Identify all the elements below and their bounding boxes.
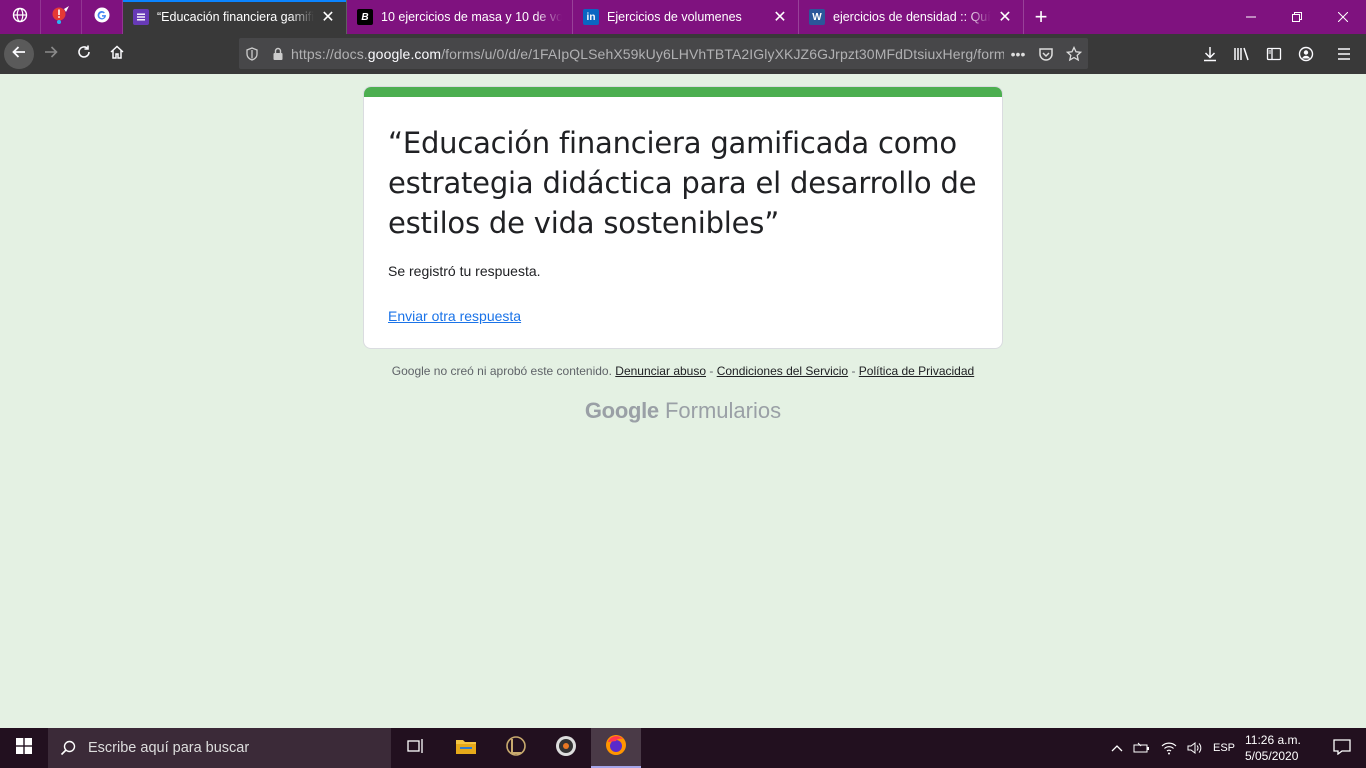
url-domain: google.com xyxy=(367,45,442,62)
start-button[interactable] xyxy=(0,728,48,768)
file-explorer-button[interactable] xyxy=(441,728,491,768)
notification-icon xyxy=(1333,738,1351,758)
clock-time: 11:26 a.m. xyxy=(1245,733,1301,747)
folder-icon xyxy=(455,737,477,760)
separator: - xyxy=(851,364,856,378)
google-g-icon xyxy=(94,7,110,28)
volume-icon[interactable] xyxy=(1182,741,1208,755)
globe-icon xyxy=(12,7,28,28)
google-wordmark: Google xyxy=(584,398,659,423)
disclaimer-text: Google no creó ni aprobó este contenido. xyxy=(391,364,612,378)
menu-icon[interactable] xyxy=(1322,47,1366,61)
form-accent-bar xyxy=(364,87,1002,97)
taskbar-search-box[interactable]: Escribe aquí para buscar xyxy=(48,728,391,768)
pinned-tab-google[interactable] xyxy=(82,0,123,34)
new-tab-button[interactable]: + xyxy=(1024,0,1058,34)
tab-title: Ejercicios de volumenes xyxy=(607,10,742,24)
google-forms-logo[interactable]: Google Formularios xyxy=(363,398,1003,424)
media-player-icon xyxy=(555,735,577,762)
league-icon xyxy=(505,735,527,762)
system-tray: ESP 11:26 a.m. 5/05/2020 xyxy=(1106,728,1366,768)
clock-date: 5/05/2020 xyxy=(1245,749,1299,763)
pinned-tab-globe[interactable] xyxy=(0,0,41,34)
page-actions-icon[interactable]: ••• xyxy=(1004,46,1032,62)
media-player-button[interactable] xyxy=(541,728,591,768)
alert-extension-icon xyxy=(51,5,71,30)
pocket-icon[interactable] xyxy=(1032,46,1060,62)
tracking-protection-icon[interactable] xyxy=(239,46,265,61)
sidebar-icon[interactable] xyxy=(1258,46,1290,62)
library-icon[interactable] xyxy=(1226,46,1258,62)
terms-link[interactable]: Condiciones del Servicio xyxy=(717,364,848,378)
show-hidden-icons-button[interactable] xyxy=(1106,744,1128,752)
url-path: /forms/u/0/d/e/1FAIpQLSehX59kUy6LHVhTBTA… xyxy=(441,45,1004,62)
tab-densidad[interactable]: W ejercicios de densidad :: Química ✕ xyxy=(799,0,1024,34)
tab-strip: “Educación financiera gamificada como es… xyxy=(0,0,1366,34)
forward-arrow-icon xyxy=(43,44,59,65)
tab-volumenes[interactable]: in Ejercicios de volumenes ✕ xyxy=(573,0,799,34)
separator: - xyxy=(709,364,714,378)
url-prefix: https://docs. xyxy=(291,45,368,62)
close-window-button[interactable] xyxy=(1320,0,1366,34)
firefox-button[interactable] xyxy=(591,728,641,768)
navigation-bar: https://docs.google.com/forms/u/0/d/e/1F… xyxy=(0,34,1366,74)
b-icon: B xyxy=(357,9,373,25)
form-title: “Educación financiera gamificada como es… xyxy=(388,126,977,240)
tab-title: ejercicios de densidad :: Química xyxy=(833,10,991,24)
reload-button[interactable] xyxy=(68,38,100,70)
form-response-card: “Educación financiera gamificada como es… xyxy=(363,86,1003,349)
taskbar-clock[interactable]: 11:26 a.m. 5/05/2020 xyxy=(1240,732,1318,764)
privacy-link[interactable]: Política de Privacidad xyxy=(859,364,974,378)
windows-taskbar: Escribe aquí para buscar ESP 11:26 a.m. … xyxy=(0,728,1366,768)
search-icon xyxy=(48,740,88,756)
toolbar-right xyxy=(1194,34,1366,74)
input-language-indicator[interactable]: ESP xyxy=(1208,742,1240,754)
close-tab-icon[interactable]: ✕ xyxy=(320,7,336,27)
home-icon xyxy=(109,44,125,65)
task-view-button[interactable] xyxy=(391,728,441,768)
pinned-tab-extension[interactable] xyxy=(41,0,82,34)
task-view-icon xyxy=(407,738,425,759)
account-icon[interactable] xyxy=(1290,46,1322,62)
close-tab-icon[interactable]: ✕ xyxy=(772,7,788,27)
back-button[interactable] xyxy=(4,39,34,69)
forward-button[interactable] xyxy=(35,38,67,70)
home-button[interactable] xyxy=(101,38,133,70)
close-tab-icon[interactable]: ✕ xyxy=(997,7,1013,27)
back-arrow-icon xyxy=(11,44,27,65)
power-battery-icon[interactable] xyxy=(1128,741,1156,755)
google-forms-icon xyxy=(133,9,149,25)
action-center-button[interactable] xyxy=(1318,738,1366,758)
url-text[interactable]: https://docs.google.com/forms/u/0/d/e/1F… xyxy=(291,46,1004,62)
search-placeholder: Escribe aquí para buscar xyxy=(88,740,250,756)
tab-forms[interactable]: “Educación financiera gamificada como es… xyxy=(123,0,347,34)
downloads-icon[interactable] xyxy=(1194,46,1226,62)
address-bar[interactable]: https://docs.google.com/forms/u/0/d/e/1F… xyxy=(239,38,1088,69)
word-icon: W xyxy=(809,9,825,25)
firefox-icon xyxy=(604,733,628,762)
tab-title: “Educación financiera gamificada como es… xyxy=(157,10,314,24)
window-controls xyxy=(1228,0,1366,34)
submit-another-response-link[interactable]: Enviar otra respuesta xyxy=(388,308,521,324)
restore-button[interactable] xyxy=(1274,0,1320,34)
lock-icon[interactable] xyxy=(265,47,291,61)
league-of-legends-button[interactable] xyxy=(491,728,541,768)
windows-logo-icon xyxy=(16,737,32,759)
form-footer: Google no creó ni aprobó este contenido.… xyxy=(363,364,1003,378)
tab-title: 10 ejercicios de masa y 10 de volumen xyxy=(381,10,562,24)
minimize-button[interactable] xyxy=(1228,0,1274,34)
linkedin-icon: in xyxy=(583,9,599,25)
reload-icon xyxy=(76,44,92,65)
tab-masa[interactable]: B 10 ejercicios de masa y 10 de volumen xyxy=(347,0,573,34)
forms-wordmark: Formularios xyxy=(664,398,782,423)
network-wifi-icon[interactable] xyxy=(1156,741,1182,755)
report-abuse-link[interactable]: Denunciar abuso xyxy=(615,364,706,378)
bookmark-star-icon[interactable] xyxy=(1060,45,1088,62)
confirmation-message: Se registró tu respuesta. xyxy=(388,263,541,279)
